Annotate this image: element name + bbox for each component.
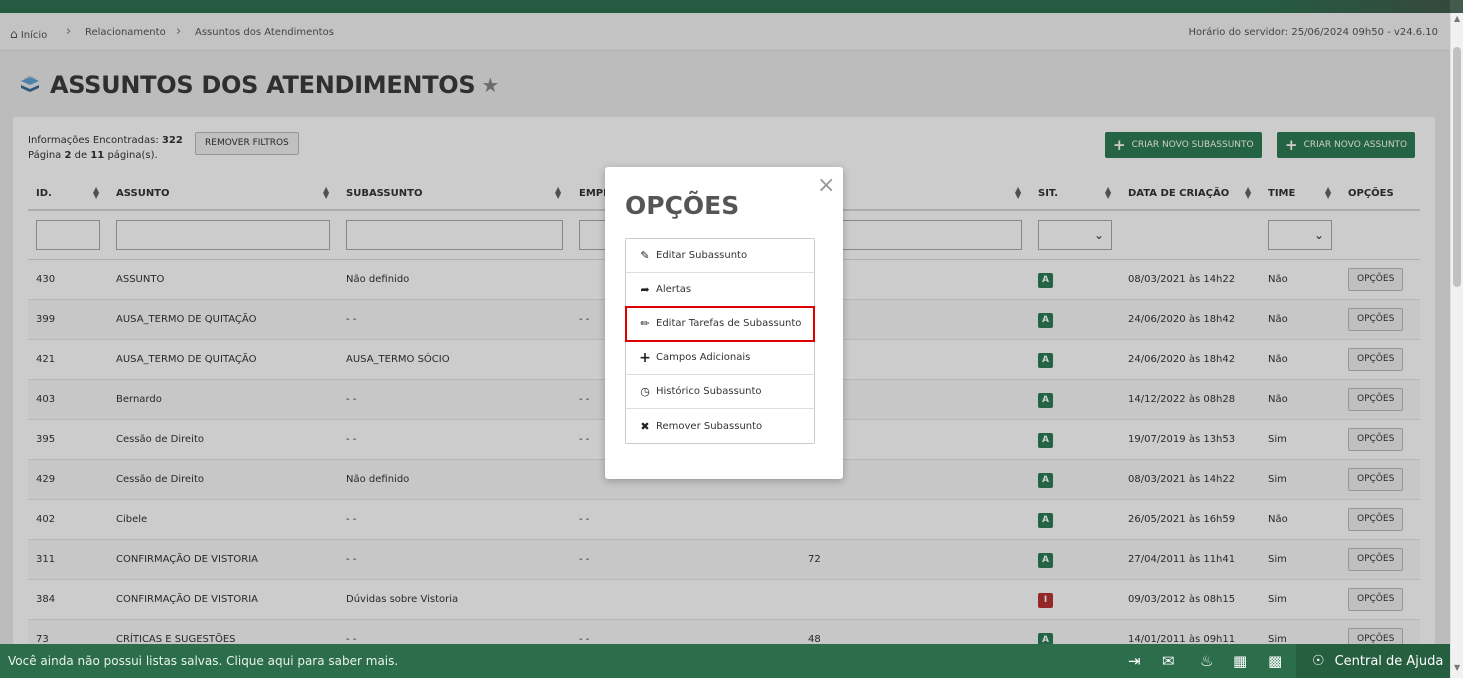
calculator-icon[interactable]: ▩ (1268, 652, 1282, 670)
share-arrow-icon: ➦ (640, 283, 650, 296)
edit-icon: ✎ (640, 249, 650, 262)
bell-icon[interactable]: ♨ (1200, 652, 1213, 670)
scroll-up-icon[interactable]: ▲ (1454, 14, 1460, 23)
menu-edit-tarefas[interactable]: ✏ Editar Tarefas de Subassunto (625, 306, 815, 342)
footer-bar: Você ainda não possui listas salvas. Cli… (0, 644, 1450, 678)
menu-historico[interactable]: ◷ Histórico Subassunto (626, 375, 814, 409)
calendar-icon[interactable]: ▦ (1233, 652, 1247, 670)
scroll-down-icon[interactable]: ▼ (1454, 663, 1460, 672)
pencil-icon: ✏ (640, 317, 650, 330)
clock-icon: ◷ (640, 385, 650, 398)
help-center-button[interactable]: ☉ Central de Ajuda (1296, 644, 1450, 678)
scrollbar[interactable]: ▲ ▼ (1450, 13, 1463, 678)
mail-star-icon[interactable]: ✉ (1162, 652, 1175, 670)
options-menu: ✎ Editar Subassunto ➦ Alertas ✏ Editar T… (625, 238, 815, 444)
menu-alertas[interactable]: ➦ Alertas (626, 273, 814, 307)
plus-icon: + (639, 349, 651, 366)
scroll-thumb[interactable] (1453, 47, 1461, 287)
login-arrow-icon[interactable]: ⇥ (1128, 652, 1141, 670)
times-icon: ✖ (640, 419, 650, 433)
menu-campos-adicionais[interactable]: + Campos Adicionais (626, 341, 814, 375)
menu-remover[interactable]: ✖ Remover Subassunto (626, 409, 814, 443)
close-icon[interactable]: × (817, 173, 835, 198)
saved-lists-message[interactable]: Você ainda não possui listas salvas. Cli… (8, 654, 398, 668)
chat-icon: ☉ (1312, 653, 1325, 669)
menu-edit-subassunto[interactable]: ✎ Editar Subassunto (626, 239, 814, 273)
modal-title: OPÇÕES (625, 191, 740, 220)
options-modal: OPÇÕES × ✎ Editar Subassunto ➦ Alertas ✏… (605, 167, 843, 479)
